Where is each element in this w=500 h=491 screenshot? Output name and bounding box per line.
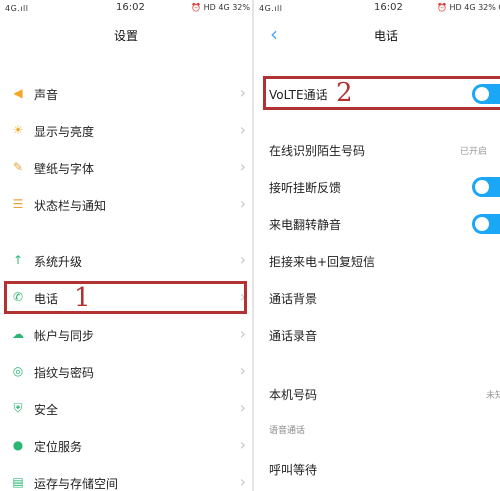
settings-item-label: 指纹与密码 <box>34 366 95 380</box>
call-recording-setting[interactable]: 通话录音 <box>254 316 500 353</box>
caller-id-setting[interactable]: 在线识别陌生号码 已开启 <box>254 131 500 168</box>
settings-item-wallpaper[interactable]: ✎ 壁纸与字体 › <box>0 149 254 186</box>
settings-item-label: 状态栏与通知 <box>34 199 107 213</box>
setting-label: 呼叫等待 <box>269 463 318 477</box>
settings-item-label: 显示与亮度 <box>34 125 95 139</box>
call-waiting-setting[interactable]: 呼叫等待 <box>254 450 500 487</box>
answer-feedback-toggle[interactable] <box>472 177 500 197</box>
settings-screen: 4G.ıll 16:02 ⏰ HD 4G 32% 设置 ◀ 声音 › ☀ 显示与… <box>0 0 254 491</box>
setting-label: 接听挂断反馈 <box>269 181 342 195</box>
setting-label: 通话录音 <box>269 329 318 343</box>
settings-item-label: 系统升级 <box>34 255 83 269</box>
annotation-number: 1 <box>74 283 91 313</box>
status-icons: ⏰ HD 4G 32% C <box>437 3 500 12</box>
settings-item-statusbar[interactable]: ☰ 状态栏与通知 › <box>0 186 254 223</box>
flip-mute-setting[interactable]: 来电翻转静音 <box>254 205 500 242</box>
signal-indicator: 4G.ıll <box>5 4 29 13</box>
status-bar: 4G.ıll 16:02 ⏰ HD 4G 32% C <box>254 0 500 16</box>
status-bar: 4G.ıll 16:02 ⏰ HD 4G 32% <box>0 0 254 16</box>
fingerprint-icon: ◎ <box>12 364 24 378</box>
reject-sms-setting[interactable]: 拒接来电+回复短信 <box>254 242 500 279</box>
phone-settings-screen: 4G.ıll 16:02 ⏰ HD 4G 32% C ‹ 电话 VoLTE通话 … <box>254 0 500 491</box>
arrow-up-icon: ↑ <box>12 253 24 267</box>
cloud-icon: ☁ <box>12 327 24 341</box>
brush-icon: ✎ <box>12 160 24 174</box>
setting-value: 已开启 <box>459 147 487 157</box>
list-icon: ☰ <box>12 197 24 211</box>
call-background-setting[interactable]: 通话背景 <box>254 279 500 316</box>
chevron-right-icon: › <box>239 120 246 139</box>
phone-highlight-box <box>4 281 247 314</box>
chevron-right-icon: › <box>239 398 246 417</box>
location-pin-icon: ● <box>12 438 24 452</box>
settings-item-update[interactable]: ↑ 系统升级 › <box>0 242 254 279</box>
own-number-setting[interactable]: 本机号码 未知 <box>254 375 500 412</box>
status-time: 16:02 <box>116 2 145 13</box>
annotation-number: 2 <box>336 78 353 108</box>
status-time: 16:02 <box>374 2 403 13</box>
title-bar: ‹ 电话 <box>254 16 500 52</box>
status-icons: ⏰ HD 4G 32% <box>191 3 250 12</box>
page-title: 设置 <box>114 29 139 43</box>
settings-item-fingerprint[interactable]: ◎ 指纹与密码 › <box>0 353 254 390</box>
setting-label: 拒接来电+回复短信 <box>269 255 376 269</box>
shield-icon: ⛨ <box>13 401 23 415</box>
chevron-right-icon: › <box>239 324 246 343</box>
settings-item-storage[interactable]: ▤ 运存与存储空间 › <box>0 464 254 491</box>
toggle-knob <box>475 217 489 231</box>
section-header: 语音通话 <box>269 426 306 436</box>
chevron-right-icon: › <box>239 472 246 491</box>
flip-mute-toggle[interactable] <box>472 214 500 234</box>
settings-item-location[interactable]: ● 定位服务 › <box>0 427 254 464</box>
settings-item-sound[interactable]: ◀ 声音 › <box>0 75 254 112</box>
toggle-knob <box>475 180 489 194</box>
page-title: 电话 <box>374 29 399 43</box>
settings-item-label: 声音 <box>34 88 59 102</box>
title-bar: 设置 <box>0 16 254 52</box>
answer-feedback-setting[interactable]: 接听挂断反馈 <box>254 168 500 205</box>
setting-label: 本机号码 <box>269 388 318 402</box>
settings-item-security[interactable]: ⛨ 安全 › <box>0 390 254 427</box>
settings-item-label: 定位服务 <box>34 440 83 454</box>
chevron-right-icon: › <box>239 435 246 454</box>
brightness-icon: ☀ <box>12 123 24 137</box>
volte-highlight-box <box>263 76 500 110</box>
storage-icon: ▤ <box>12 475 24 489</box>
settings-item-label: 壁纸与字体 <box>34 162 95 176</box>
settings-item-display[interactable]: ☀ 显示与亮度 › <box>0 112 254 149</box>
settings-item-label: 安全 <box>34 403 59 417</box>
setting-label: 来电翻转静音 <box>269 218 342 232</box>
chevron-right-icon: › <box>239 194 246 213</box>
settings-item-label: 运存与存储空间 <box>34 477 119 491</box>
back-arrow-icon[interactable]: ‹ <box>270 22 278 46</box>
speaker-icon: ◀ <box>13 86 23 100</box>
chevron-right-icon: › <box>239 361 246 380</box>
chevron-right-icon: › <box>239 157 246 176</box>
chevron-right-icon: › <box>239 250 246 269</box>
signal-indicator: 4G.ıll <box>259 4 283 13</box>
settings-item-accounts[interactable]: ☁ 帐户与同步 › <box>0 316 254 353</box>
setting-label: 通话背景 <box>269 292 318 306</box>
chevron-right-icon: › <box>239 83 246 102</box>
setting-label: 在线识别陌生号码 <box>269 144 366 158</box>
settings-item-label: 帐户与同步 <box>34 329 95 343</box>
setting-value: 未知 <box>485 391 500 401</box>
